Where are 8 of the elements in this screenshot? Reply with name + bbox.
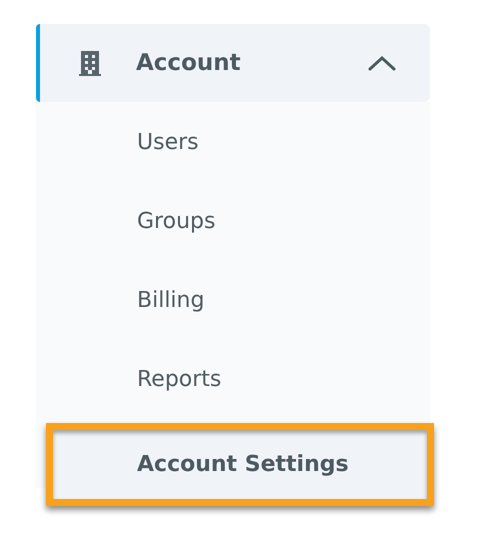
submenu-item[interactable]: Account Settings [46,423,434,506]
submenu-item[interactable]: Users [36,103,430,182]
submenu-item[interactable]: Reports [36,340,430,419]
account-menu-header[interactable]: Account [36,24,430,102]
building-icon [78,50,102,76]
submenu-item[interactable]: Billing [36,261,430,340]
chevron-icon [368,55,396,71]
submenu-item[interactable]: Groups [36,182,430,261]
